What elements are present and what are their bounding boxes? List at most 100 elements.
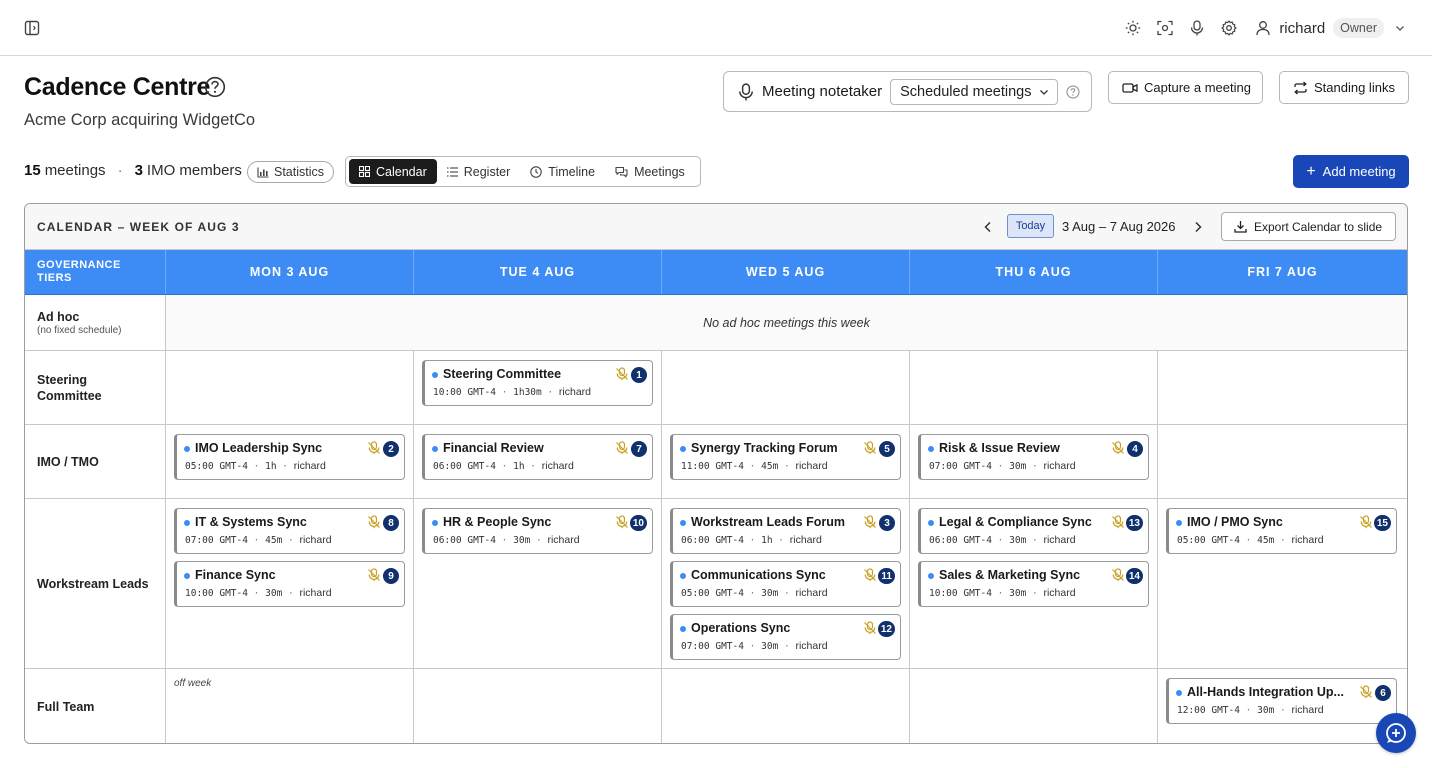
statistics-button[interactable]: Statistics: [247, 161, 334, 183]
status-dot: [184, 573, 190, 579]
standing-links-button[interactable]: Standing links: [1279, 71, 1409, 104]
meeting-card[interactable]: Legal & Compliance Sync 13 06:00 GMT-4 · 3…: [918, 508, 1149, 554]
meeting-meta: 05:00 GMT-4 · 1h · richard: [185, 460, 326, 472]
meeting-card[interactable]: Communications Sync 11 05:00 GMT-4 · 30m ·…: [670, 561, 901, 607]
chevron-right-icon[interactable]: [1189, 218, 1207, 236]
sun-icon[interactable]: [1117, 14, 1149, 42]
meeting-owner: richard: [1043, 587, 1076, 599]
mic-off-icon: [864, 441, 876, 455]
mic-off-icon: [368, 568, 380, 582]
grid-icon: [359, 166, 370, 177]
focus-icon[interactable]: [1149, 14, 1181, 42]
day-cell: Synergy Tracking Forum 5 11:00 GMT-4 · 45m…: [662, 425, 910, 498]
meeting-card[interactable]: Finance Sync 9 10:00 GMT-4 · 30m · richard: [174, 561, 405, 607]
meeting-owner: richard: [1291, 534, 1324, 546]
repeat-icon: [1294, 81, 1307, 94]
day-cell: [662, 669, 910, 743]
meeting-duration: 1h: [761, 535, 773, 546]
mic-off-icon: [1112, 515, 1124, 529]
separator-dot: ·: [524, 461, 542, 472]
meeting-card[interactable]: HR & People Sync 10 06:00 GMT-4 · 30m · ri…: [422, 508, 653, 554]
meeting-timezone: GMT-4: [715, 535, 744, 546]
status-dot: [1176, 690, 1182, 696]
list-icon: [446, 166, 458, 177]
sidebar-toggle-icon[interactable]: [22, 18, 42, 38]
meetings-count: 15: [24, 162, 41, 179]
separator-dot: ·: [1239, 705, 1258, 716]
separator-dot: ·: [1026, 588, 1044, 599]
gear-icon[interactable]: [1213, 14, 1245, 42]
tab-calendar-label: Calendar: [376, 164, 427, 179]
separator-dot: ·: [282, 588, 300, 599]
meeting-card[interactable]: Operations Sync 12 07:00 GMT-4 · 30m · ric…: [670, 614, 901, 660]
calendar-toolbar: CALENDAR – WEEK OF AUG 3 Today 3 Aug – 7…: [25, 204, 1407, 250]
status-dot: [1176, 520, 1182, 526]
meeting-name: IMO Leadership Sync: [195, 441, 323, 455]
meeting-card[interactable]: Sales & Marketing Sync 14 10:00 GMT-4 · 30…: [918, 561, 1149, 607]
clock-icon: [530, 165, 543, 178]
user-icon[interactable]: [1251, 14, 1275, 42]
notetaker-select[interactable]: Scheduled meetings: [890, 78, 1059, 105]
export-calendar-button[interactable]: Export Calendar to slide: [1221, 212, 1396, 241]
meeting-meta: 07:00 GMT-4 · 30m · richard: [929, 460, 1076, 472]
day-cell: Legal & Compliance Sync 13 06:00 GMT-4 · 3…: [910, 499, 1158, 668]
mic-off-icon: [864, 568, 876, 582]
help-icon[interactable]: [204, 76, 226, 98]
day-cell: IMO / PMO Sync 15 05:00 GMT-4 · 45m · rich…: [1158, 499, 1406, 668]
meeting-meta: 05:00 GMT-4 · 45m · richard: [1177, 534, 1324, 546]
standing-links-label: Standing links: [1314, 80, 1395, 95]
tab-calendar[interactable]: Calendar: [349, 159, 437, 184]
separator-dot: ·: [247, 588, 266, 599]
meeting-owner: richard: [541, 460, 574, 472]
add-meeting-button[interactable]: + Add meeting: [1293, 155, 1409, 188]
status-dot: [432, 446, 438, 452]
microphone-icon: [739, 82, 753, 100]
user-name[interactable]: richard: [1279, 20, 1325, 37]
today-button[interactable]: Today: [1007, 214, 1054, 238]
meeting-card[interactable]: IMO / PMO Sync 15 05:00 GMT-4 · 45m · rich…: [1166, 508, 1397, 554]
status-dot: [432, 372, 438, 378]
separator-dot: ·: [743, 535, 762, 546]
meeting-name: Finance Sync: [195, 568, 276, 582]
chevron-left-icon[interactable]: [979, 218, 997, 236]
calendar-title: CALENDAR – WEEK OF AUG 3: [37, 220, 240, 234]
meeting-card[interactable]: IMO Leadership Sync 2 05:00 GMT-4 · 1h · r…: [174, 434, 405, 480]
page-title: Cadence Centre: [24, 73, 211, 101]
mic-off-icon: [864, 621, 876, 635]
meeting-card[interactable]: Workstream Leads Forum 3 06:00 GMT-4 · 1h …: [670, 508, 901, 554]
meeting-card[interactable]: Synergy Tracking Forum 5 11:00 GMT-4 · 45m…: [670, 434, 901, 480]
meeting-duration: 45m: [265, 535, 283, 546]
meeting-timezone: GMT-4: [467, 535, 496, 546]
meeting-name: Financial Review: [443, 441, 544, 455]
meeting-time: 05:00: [1177, 535, 1206, 546]
chat-assistant-button[interactable]: [1376, 713, 1416, 753]
meeting-meta: 10:00 GMT-4 · 1h30m · richard: [433, 386, 591, 398]
meeting-meta: 11:00 GMT-4 · 45m · richard: [681, 460, 828, 472]
meeting-number-badge: 5: [879, 441, 895, 457]
chevron-down-icon[interactable]: [1392, 14, 1408, 42]
help-icon[interactable]: [1066, 85, 1080, 99]
separator-dot: ·: [495, 535, 514, 546]
day-cell: [1158, 351, 1406, 424]
status-dot: [928, 446, 934, 452]
capture-meeting-button[interactable]: Capture a meeting: [1108, 71, 1263, 104]
tab-register[interactable]: Register: [437, 159, 521, 184]
separator-dot: ·: [541, 387, 559, 398]
day-header-thu: THU 6 AUG: [910, 250, 1158, 294]
tab-timeline[interactable]: Timeline: [520, 159, 605, 184]
separator-dot: ·: [743, 588, 762, 599]
meeting-card[interactable]: Risk & Issue Review 4 07:00 GMT-4 · 30m · …: [918, 434, 1149, 480]
calendar-grid-header: GOVERNANCE TIERS MON 3 AUG TUE 4 AUG WED…: [25, 250, 1407, 295]
meeting-card[interactable]: All-Hands Integration Up... 6 12:00 GMT-4 …: [1166, 678, 1397, 724]
day-cell: [166, 351, 414, 424]
day-cell: Risk & Issue Review 4 07:00 GMT-4 · 30m · …: [910, 425, 1158, 498]
meeting-time: 10:00: [929, 588, 958, 599]
tab-meetings[interactable]: Meetings: [605, 159, 695, 184]
meeting-card[interactable]: Financial Review 7 06:00 GMT-4 · 1h · rich…: [422, 434, 653, 480]
meeting-time: 05:00: [681, 588, 710, 599]
off-week-label: off week: [174, 678, 212, 689]
meeting-card[interactable]: Steering Committee 1 10:00 GMT-4 · 1h30m ·…: [422, 360, 653, 406]
meeting-card[interactable]: IT & Systems Sync 8 07:00 GMT-4 · 45m · ri…: [174, 508, 405, 554]
microphone-icon[interactable]: [1181, 14, 1213, 42]
meeting-meta: 06:00 GMT-4 · 30m · richard: [433, 534, 580, 546]
